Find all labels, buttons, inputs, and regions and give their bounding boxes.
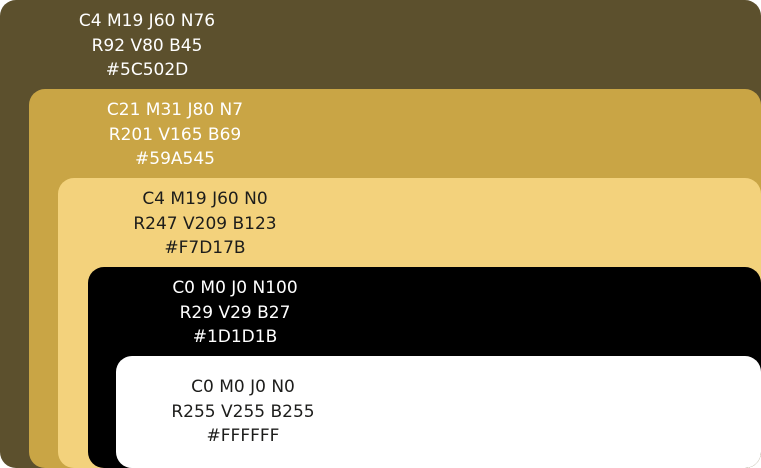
hex-value: #FFFFFF [206, 426, 280, 446]
rgb-value: R247 V209 B123 [133, 213, 277, 234]
swatch-black-label: C0 M0 J0 N100 R29 V29 B27 #1D1D1B [150, 276, 320, 350]
cmyk-value: C0 M0 J0 N100 [172, 278, 298, 298]
hex-value: #1D1D1B [192, 327, 278, 347]
cmyk-value: C0 M0 J0 N0 [191, 377, 295, 397]
hex-value: #59A545 [135, 149, 215, 169]
hex-value: #5C502D [105, 60, 189, 80]
rgb-value: R201 V165 B69 [108, 124, 242, 145]
rgb-value: R29 V29 B27 [179, 302, 291, 323]
swatch-dark-olive-label: C4 M19 J60 N76 R92 V80 B45 #5C502D [62, 9, 232, 83]
swatch-light-yellow-label: C4 M19 J60 N0 R247 V209 B123 #F7D17B [120, 187, 290, 261]
swatch-gold-label: C21 M31 J80 N7 R201 V165 B69 #59A545 [90, 98, 260, 172]
cmyk-value: C4 M19 J60 N0 [142, 189, 268, 209]
cmyk-value: C4 M19 J60 N76 [78, 11, 216, 31]
rgb-value: R92 V80 B45 [91, 35, 203, 56]
color-palette: C4 M19 J60 N76 R92 V80 B45 #5C502D C21 M… [0, 0, 761, 468]
swatch-white-label: C0 M0 J0 N0 R255 V255 B255 #FFFFFF [158, 375, 328, 449]
hex-value: #F7D17B [164, 238, 246, 258]
cmyk-value: C21 M31 J80 N7 [106, 100, 244, 120]
rgb-value: R255 V255 B255 [171, 401, 315, 422]
